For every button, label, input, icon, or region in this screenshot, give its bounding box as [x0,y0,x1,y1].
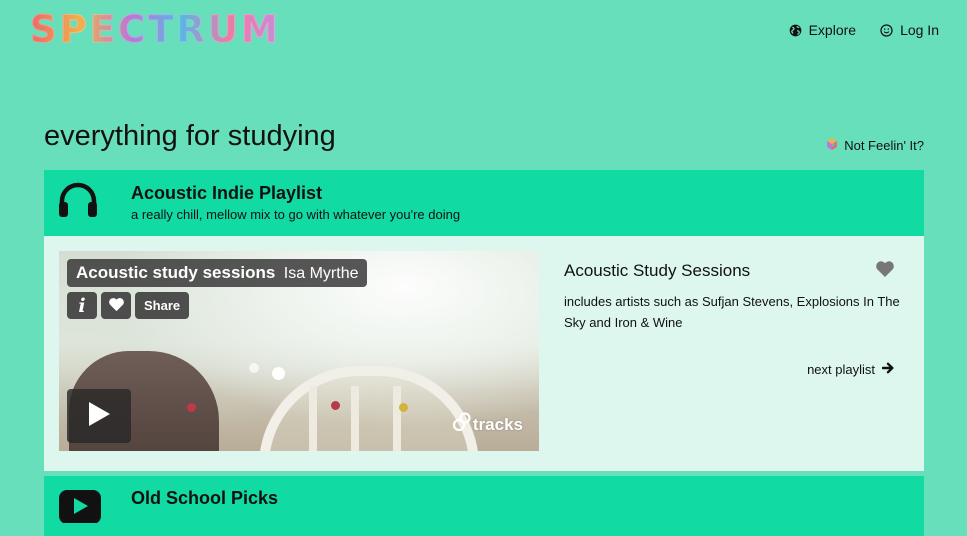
info-button[interactable]: i [67,292,97,319]
next-playlist-link[interactable]: next playlist [807,362,894,377]
not-feelin-button[interactable]: Not Feelin' It? [825,137,924,154]
like-button[interactable] [101,292,131,319]
heart-icon [875,261,895,282]
favorite-button[interactable] [875,260,895,283]
playlist-title: Acoustic Indie Playlist [131,183,323,203]
mix-artist[interactable]: Isa Myrthe [284,265,359,282]
playlist-header[interactable]: Old School Picks [44,476,924,536]
player-controls: i Share [67,292,190,319]
playlist-description: includes artists such as Sufjan Stevens,… [564,294,900,330]
playlist-subtitle: a really chill, mellow mix to go with wh… [131,207,461,222]
globe-icon [789,24,802,37]
next-playlist-label: next playlist [807,362,875,377]
player-mix-title[interactable]: Acoustic study sessions Isa Myrthe [67,259,368,287]
playlist-info-title: Acoustic Study Sessions [564,261,751,280]
play-icon [87,401,111,432]
nav-login[interactable]: Log In [880,22,939,38]
playlist-card: Acoustic Indie Playlist a really chill, … [44,170,924,471]
8tracks-player[interactable]: Acoustic study sessions Isa Myrthe i Sha… [59,251,539,451]
8tracks-logo[interactable]: tracks [451,412,523,437]
mix-title: Acoustic study sessions [76,263,276,282]
infinity-8-icon [451,412,473,437]
smiley-icon [880,23,893,37]
play-icon [58,489,102,528]
playlist-header[interactable]: Acoustic Indie Playlist a really chill, … [44,170,924,236]
nav-explore[interactable]: Explore [789,22,856,38]
headphones-icon [58,182,98,223]
nav-login-label: Log In [900,22,939,38]
playlist-card: Old School Picks [44,476,924,536]
nav-explore-label: Explore [808,22,857,38]
tracks-label: tracks [472,414,523,434]
heart-icon [108,297,125,315]
not-feelin-label: Not Feelin' It? [844,138,924,153]
playlist-body: Acoustic study sessions Isa Myrthe i Sha… [44,236,924,471]
spectrum-logo[interactable]: SPECTRUM [30,9,281,50]
playlist-title: Old School Picks [131,488,279,508]
spectrum-cube-icon [825,137,839,154]
top-nav: Explore Log In [789,22,939,38]
arrow-right-icon [881,362,894,377]
share-button[interactable]: Share [135,292,190,319]
page-title: everything for studying [44,120,336,152]
play-button[interactable] [67,389,131,443]
